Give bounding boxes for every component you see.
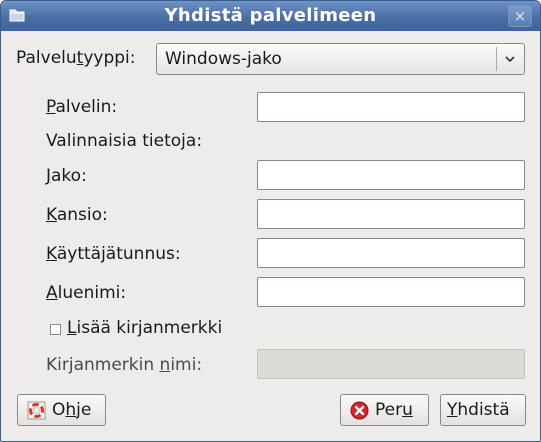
connect-button-label: Yhdistä — [447, 400, 510, 420]
add-bookmark-label[interactable]: Lisää kirjanmerkki — [67, 318, 222, 338]
bookmark-name-label: Kirjanmerkin nimi: — [46, 355, 203, 375]
username-label: Käyttäjätunnus: — [46, 244, 181, 264]
domain-input[interactable] — [257, 277, 525, 307]
window-title: Yhdistä palvelimeen — [164, 5, 377, 26]
domain-label: Aluenimi: — [46, 283, 127, 303]
help-button[interactable]: Ohje — [17, 394, 106, 426]
service-type-dropdown[interactable]: Windows-jako — [156, 43, 525, 75]
username-input[interactable] — [257, 238, 525, 268]
service-type-value: Windows-jako — [165, 49, 282, 69]
title-bar: Yhdistä palvelimeen × — [1, 1, 540, 31]
share-input[interactable] — [257, 160, 525, 190]
close-button[interactable]: × — [508, 5, 532, 27]
connect-to-server-dialog: Yhdistä palvelimeen × Palvelutyyppi: Win… — [0, 0, 541, 442]
dropdown-separator — [496, 47, 497, 71]
cancel-icon — [350, 401, 369, 420]
service-type-label: Palvelutyyppi: — [16, 48, 136, 68]
cancel-button-label: Peru — [375, 400, 413, 420]
optional-info-heading: Valinnaisia tietoja: — [46, 131, 203, 151]
server-input[interactable] — [257, 92, 525, 122]
bookmark-name-input — [257, 349, 525, 379]
folder-input[interactable] — [257, 199, 525, 229]
help-button-label: Ohje — [52, 400, 92, 420]
folder-label: Kansio: — [46, 205, 108, 225]
chevron-down-icon — [505, 56, 515, 63]
lifebuoy-icon — [27, 401, 46, 420]
add-bookmark-checkbox[interactable] — [50, 324, 61, 335]
server-label: Palvelin: — [46, 97, 118, 117]
close-icon: × — [513, 7, 527, 25]
share-label: Jako: — [46, 166, 87, 186]
connect-button[interactable]: Yhdistä — [440, 394, 526, 426]
cancel-button[interactable]: Peru — [340, 394, 429, 426]
